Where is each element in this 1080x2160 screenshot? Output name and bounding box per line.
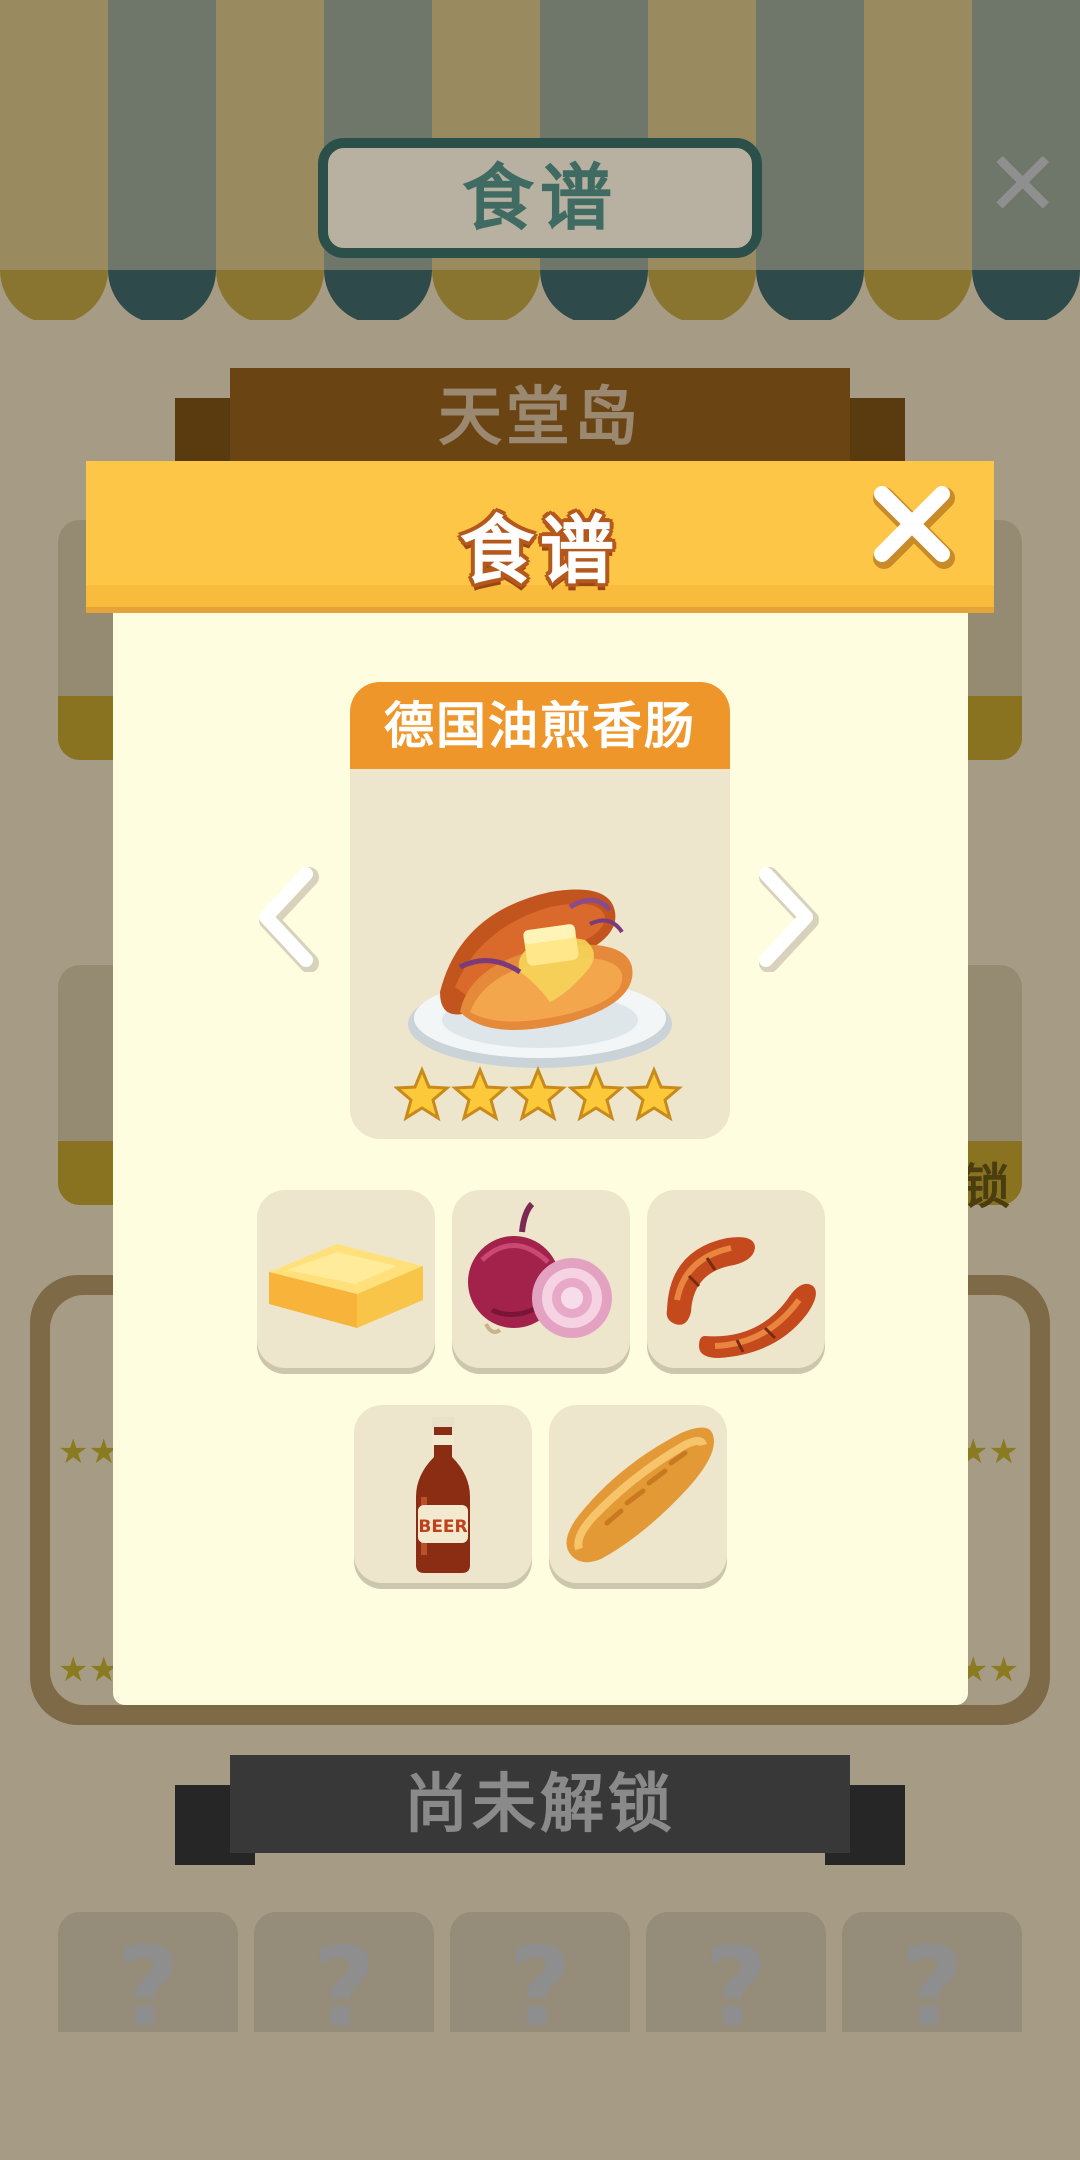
background-star: ★★	[58, 1432, 119, 1472]
butter-icon	[269, 1244, 423, 1328]
background-star: ★★	[58, 1650, 119, 1690]
close-icon[interactable]	[866, 478, 960, 572]
star-icon	[627, 1068, 681, 1120]
section-title-unlocked: 天堂岛	[438, 381, 642, 455]
background-card-label: 锁	[962, 1159, 1011, 1215]
ingredient-tile-baguette[interactable]	[549, 1405, 727, 1583]
ingredient-tile-sausages[interactable]	[647, 1190, 825, 1368]
recipe-dialog-header: 食谱	[86, 461, 994, 607]
recipe-name: 德国油煎香肠	[384, 697, 696, 755]
background-title-frame: 食谱	[318, 138, 762, 258]
recipe-name-bar: 德国油煎香肠	[350, 682, 730, 769]
locked-recipe-slot[interactable]: ?	[58, 1912, 238, 2051]
recipe-dialog-title: 食谱	[460, 508, 620, 594]
background-title: 食谱	[461, 156, 618, 240]
sausages-icon	[666, 1237, 816, 1358]
ingredient-tile-beer[interactable]: BEER	[354, 1405, 532, 1583]
locked-recipe-slot[interactable]: ?	[450, 1912, 630, 2051]
section-title-locked: 尚未解锁	[404, 1768, 676, 1842]
chevron-right-icon[interactable]	[752, 862, 822, 972]
ingredient-tile-butter[interactable]	[257, 1190, 435, 1368]
background-close-icon[interactable]: ✕	[985, 140, 1060, 230]
locked-recipe-slot[interactable]: ?	[646, 1912, 826, 2051]
beer-bottle-icon: BEER	[416, 1417, 470, 1573]
star-icon	[511, 1068, 565, 1120]
star-icon	[395, 1068, 449, 1120]
chevron-left-icon[interactable]	[250, 862, 320, 972]
bratwurst-dish-icon	[408, 889, 672, 1068]
ingredient-tile-red-onion[interactable]	[452, 1190, 630, 1368]
section-ribbon-locked: 尚未解锁	[175, 1755, 905, 1865]
rating-stars	[395, 1068, 681, 1120]
locked-recipe-slot[interactable]: ?	[842, 1912, 1022, 2051]
red-onion-icon	[468, 1201, 612, 1338]
beer-label: BEER	[418, 1517, 467, 1537]
locked-recipe-slot[interactable]: ?	[254, 1912, 434, 2051]
star-icon	[569, 1068, 623, 1120]
baguette-icon	[566, 1427, 714, 1563]
section-ribbon-unlocked: 天堂岛	[175, 368, 905, 478]
recipe-card: 德国油煎香肠	[350, 682, 730, 1139]
star-icon	[453, 1068, 507, 1120]
